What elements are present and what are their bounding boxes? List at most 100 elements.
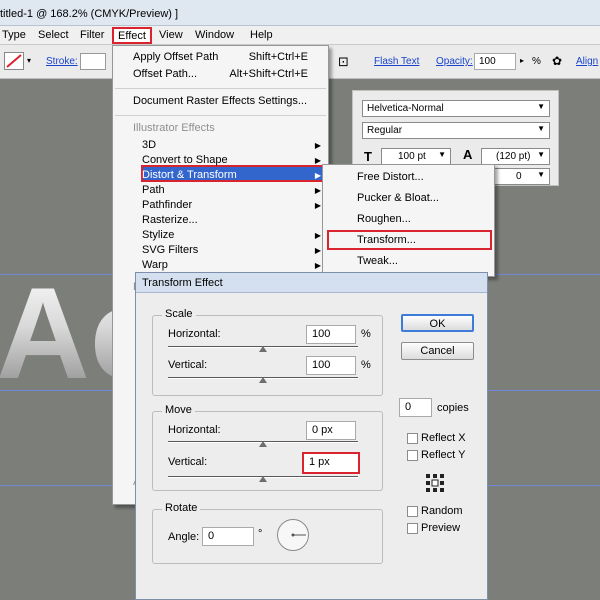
menu-item-distort-transform[interactable]: Distort & Transform: [142, 169, 237, 181]
menu-item-stylize[interactable]: Stylize: [142, 229, 174, 241]
submenu-item-free-distort[interactable]: Free Distort...: [357, 171, 424, 183]
flash-text-icon[interactable]: ⊡: [338, 54, 349, 70]
degree-symbol: °: [258, 528, 263, 540]
dial-indicator-icon: [291, 533, 306, 537]
chevron-down-icon: ▼: [537, 170, 545, 179]
submenu-arrow-icon: ▶: [314, 186, 321, 195]
preview-checkbox[interactable]: [407, 523, 418, 534]
distort-transform-submenu: Free Distort... Pucker & Bloat... Roughe…: [322, 164, 495, 277]
menu-type[interactable]: Type: [2, 29, 26, 41]
stroke-swatch[interactable]: [4, 52, 24, 70]
leading-select[interactable]: (120 pt) ▼: [481, 148, 550, 165]
menu-item-warp[interactable]: Warp: [142, 259, 168, 271]
menu-select[interactable]: Select: [38, 29, 69, 41]
flash-text-link[interactable]: Flash Text: [374, 56, 419, 67]
scale-vertical-label: Vertical:: [168, 359, 208, 371]
submenu-item-transform[interactable]: Transform...: [357, 234, 416, 246]
slider-thumb[interactable]: [259, 441, 267, 447]
chevron-down-icon: ▼: [537, 102, 545, 111]
menu-section-heading: Illustrator Effects: [133, 122, 215, 134]
menu-effect[interactable]: Effect: [112, 27, 152, 44]
font-size-icon: T: [364, 149, 372, 164]
submenu-arrow-icon: ▶: [314, 201, 321, 210]
font-size-value: 100 pt: [398, 151, 426, 162]
preview-label: Preview: [421, 522, 461, 534]
menu-item-rasterize[interactable]: Rasterize...: [142, 214, 198, 226]
reflect-x-label: Reflect X: [421, 432, 466, 444]
submenu-arrow-icon: ▶: [314, 171, 321, 180]
leading-icon: A: [463, 147, 473, 162]
menu-view[interactable]: View: [159, 29, 183, 41]
dialog-title-bar: Transform Effect: [136, 273, 487, 293]
slider-thumb[interactable]: [259, 346, 267, 352]
opacity-label[interactable]: Opacity:: [436, 56, 473, 67]
copies-label: copies: [437, 402, 469, 414]
stroke-label[interactable]: Stroke:: [46, 56, 78, 67]
submenu-item-tweak[interactable]: Tweak...: [357, 255, 398, 267]
menu-item-last-effect[interactable]: Offset Path...: [133, 68, 197, 80]
recolor-icon[interactable]: ✿: [552, 54, 562, 68]
move-vertical-label: Vertical:: [168, 456, 208, 468]
random-checkbox[interactable]: [407, 506, 418, 517]
submenu-item-roughen[interactable]: Roughen...: [357, 213, 411, 225]
cancel-button[interactable]: Cancel: [401, 342, 474, 360]
font-family-select[interactable]: Helvetica-Normal ▼: [362, 100, 550, 117]
menu-item-convert-to-shape[interactable]: Convert to Shape: [142, 154, 228, 166]
angle-dial[interactable]: [277, 519, 309, 551]
submenu-arrow-icon: ▶: [314, 141, 321, 150]
font-style-select[interactable]: Regular ▼: [362, 122, 550, 139]
window-title: titled-1 @ 168.2% (CMYK/Preview) ]: [0, 8, 179, 20]
submenu-arrow-icon: ▶: [314, 156, 321, 165]
leading-value: (120 pt): [496, 151, 531, 162]
submenu-item-pucker-bloat[interactable]: Pucker & Bloat...: [357, 192, 439, 204]
dialog-title: Transform Effect: [142, 277, 223, 289]
scale-horizontal-input[interactable]: 100: [306, 325, 356, 344]
stroke-weight-stepper[interactable]: [80, 53, 106, 70]
menu-item-raster-settings[interactable]: Document Raster Effects Settings...: [133, 95, 307, 107]
menu-item-svg-filters[interactable]: SVG Filters: [142, 244, 198, 256]
chevron-down-icon: ▼: [537, 124, 545, 133]
submenu-arrow-icon: ▶: [314, 246, 321, 255]
angle-label: Angle:: [168, 531, 200, 543]
menu-item-3d[interactable]: 3D: [142, 139, 156, 151]
reference-point-locator-icon[interactable]: [425, 473, 445, 493]
slider-thumb[interactable]: [259, 377, 267, 383]
reflect-y-label: Reflect Y: [421, 449, 466, 461]
copies-input[interactable]: 0: [399, 398, 432, 417]
scale-horizontal-label: Horizontal:: [168, 328, 221, 340]
chevron-down-icon: ▼: [438, 150, 446, 159]
reflect-x-checkbox[interactable]: [407, 433, 418, 444]
chevron-down-icon: ▼: [537, 150, 545, 159]
menu-help[interactable]: Help: [250, 29, 273, 41]
menu-item-pathfinder[interactable]: Pathfinder: [142, 199, 192, 211]
move-label: Move: [162, 404, 195, 416]
submenu-arrow-icon: ▶: [314, 231, 321, 240]
ok-button[interactable]: OK: [401, 314, 474, 332]
slider-thumb[interactable]: [259, 476, 267, 482]
stroke-dropdown-icon[interactable]: ▾: [27, 56, 31, 65]
menu-filter[interactable]: Filter: [80, 29, 104, 41]
transform-effect-dialog: Transform Effect Scale Horizontal: 100 %…: [135, 272, 488, 600]
title-bar: titled-1 @ 168.2% (CMYK/Preview) ]: [0, 0, 600, 26]
opacity-arrow-icon[interactable]: ▸: [520, 56, 524, 65]
scale-horizontal-unit: %: [361, 328, 371, 340]
menu-bar: Type Select Filter Effect View Window He…: [0, 26, 600, 45]
menu-window[interactable]: Window: [195, 29, 234, 41]
menu-item-path[interactable]: Path: [142, 184, 165, 196]
rotate-label: Rotate: [162, 502, 201, 514]
move-horizontal-input[interactable]: 0 px: [306, 421, 356, 440]
opacity-input[interactable]: 100: [474, 53, 516, 70]
scale-label: Scale: [162, 308, 196, 320]
font-style-value: Regular: [367, 125, 403, 136]
menu-divider: [115, 88, 326, 89]
shortcut-apply-last: Shift+Ctrl+E: [248, 51, 308, 63]
reflect-y-checkbox[interactable]: [407, 450, 418, 461]
scale-vertical-input[interactable]: 100: [306, 356, 356, 375]
font-family-value: Helvetica-Normal: [367, 103, 444, 114]
font-size-select[interactable]: 100 pt ▼: [381, 148, 451, 165]
random-label: Random: [421, 505, 463, 517]
menu-item-apply-last-effect[interactable]: Apply Offset Path: [133, 51, 218, 63]
move-vertical-input[interactable]: 1 px: [302, 452, 360, 474]
align-link[interactable]: Align: [576, 56, 598, 67]
angle-input[interactable]: 0: [202, 527, 254, 546]
